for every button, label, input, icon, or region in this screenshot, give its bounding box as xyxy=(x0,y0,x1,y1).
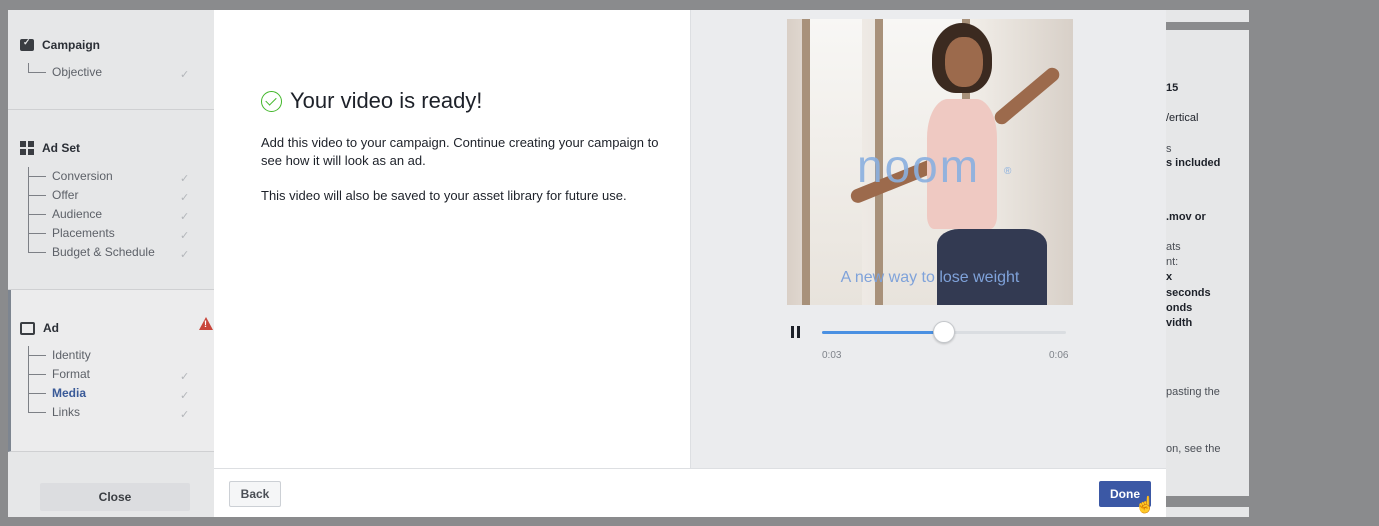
sidebar-item-media[interactable]: Media xyxy=(28,384,91,403)
check-icon: ✓ xyxy=(180,69,190,81)
close-button[interactable]: Close xyxy=(40,483,190,511)
sidebar-item-offer[interactable]: Offer xyxy=(28,186,155,205)
sidebar-item-links[interactable]: Links xyxy=(28,403,91,422)
sidebar-item-audience[interactable]: Audience xyxy=(28,205,155,224)
ad-tree: Identity Format Media Links xyxy=(28,346,91,422)
sidebar-item-placements[interactable]: Placements xyxy=(28,224,155,243)
check-icon: ✓ xyxy=(180,211,190,223)
background-text: ats xyxy=(1166,241,1181,253)
video-player[interactable]: noom ® A new way to lose weight xyxy=(787,19,1073,305)
hand-cursor-icon: ☝ xyxy=(1135,497,1155,514)
background-text: s xyxy=(1166,143,1172,155)
background-text: s included xyxy=(1166,157,1221,169)
background-text: on, see the xyxy=(1166,443,1221,455)
sidebar-item-budget-schedule[interactable]: Budget & Schedule xyxy=(28,243,155,262)
warning-icon xyxy=(199,317,213,330)
brand-registered-mark: ® xyxy=(1004,166,1012,177)
sidebar-item-objective[interactable]: Objective xyxy=(28,63,102,82)
sidebar-section-campaign: Campaign Objective ✓ xyxy=(8,10,214,110)
sidebar-campaign-title: Campaign xyxy=(42,38,101,52)
background-text: onds xyxy=(1166,302,1193,314)
sidebar-item-format[interactable]: Format xyxy=(28,365,91,384)
dialog-title: Your video is ready! xyxy=(290,88,483,113)
sidebar-item-label: Media xyxy=(52,386,87,400)
pause-icon[interactable] xyxy=(791,326,801,338)
campaign-sidebar: Campaign Objective ✓ Ad Set Conversion O… xyxy=(8,10,214,517)
background-text: seconds xyxy=(1166,287,1211,299)
sidebar-adset-header[interactable]: Ad Set xyxy=(20,141,80,155)
sidebar-item-label: Budget & Schedule xyxy=(52,245,155,259)
sidebar-item-label: Links xyxy=(52,405,81,419)
dialog-note: This video will also be saved to your as… xyxy=(261,188,627,203)
sidebar-item-identity[interactable]: Identity xyxy=(28,346,91,365)
progress-fill xyxy=(822,331,944,334)
sidebar-item-label: Objective xyxy=(52,65,103,79)
sidebar-ad-title: Ad xyxy=(43,321,59,335)
sidebar-section-ad: Ad Identity Format Media Links ✓ ✓ ✓ xyxy=(8,290,214,452)
sidebar-campaign-header[interactable]: Campaign xyxy=(20,37,101,52)
sidebar-adset-title: Ad Set xyxy=(42,141,81,155)
progress-knob[interactable] xyxy=(933,321,955,343)
check-icon: ✓ xyxy=(180,230,190,242)
check-icon: ✓ xyxy=(180,173,190,185)
brand-logo: noom xyxy=(857,140,981,192)
video-preview-pane: noom ® A new way to lose weight 0:03 0:0… xyxy=(690,10,1166,468)
sidebar-item-label: Offer xyxy=(52,188,79,202)
background-text: 15 xyxy=(1166,82,1179,94)
sidebar-item-conversion[interactable]: Conversion xyxy=(28,167,155,186)
folder-check-icon xyxy=(20,37,34,51)
sidebar-item-label: Identity xyxy=(52,348,91,362)
check-icon: ✓ xyxy=(180,371,190,383)
dialog-heading: Your video is ready! xyxy=(261,88,482,114)
sidebar-section-adset: Ad Set Conversion Offer Audience Placeme… xyxy=(8,110,214,290)
video-caption: A new way to lose weight xyxy=(840,269,1020,286)
check-icon: ✓ xyxy=(180,249,190,261)
success-check-icon xyxy=(261,90,282,112)
sidebar-ad-header[interactable]: Ad xyxy=(20,321,59,335)
sidebar-item-label: Conversion xyxy=(52,169,113,183)
background-text: x xyxy=(1166,271,1173,283)
adset-tree: Conversion Offer Audience Placements Bud… xyxy=(28,167,155,262)
video-duration: 0:06 xyxy=(1049,350,1069,361)
campaign-tree: Objective xyxy=(28,63,102,82)
back-button[interactable]: Back xyxy=(229,481,281,507)
background-text: nt: xyxy=(1166,256,1179,268)
grid-icon xyxy=(20,141,34,155)
background-text: .mov or xyxy=(1166,211,1206,223)
check-icon: ✓ xyxy=(180,192,190,204)
sidebar-item-label: Placements xyxy=(52,226,115,240)
sidebar-item-label: Format xyxy=(52,367,91,381)
ad-icon xyxy=(20,321,35,335)
video-ready-dialog: Your video is ready! Add this video to y… xyxy=(214,10,1166,517)
sidebar-item-label: Audience xyxy=(52,207,103,221)
background-text: pasting the xyxy=(1166,386,1220,398)
video-progress-slider[interactable] xyxy=(822,321,1066,343)
dialog-description: Add this video to your campaign. Continu… xyxy=(261,135,659,168)
dialog-footer xyxy=(214,468,1166,517)
check-icon: ✓ xyxy=(180,390,190,402)
video-frame-image xyxy=(945,37,983,87)
check-icon: ✓ xyxy=(180,409,190,421)
background-text: vidth xyxy=(1166,317,1193,329)
current-time: 0:03 xyxy=(822,350,842,361)
background-text: /ertical xyxy=(1166,112,1199,124)
dialog-message-pane: Your video is ready! Add this video to y… xyxy=(214,10,690,468)
background-panel-bottom xyxy=(1166,507,1249,517)
background-panel-top xyxy=(1166,10,1249,22)
